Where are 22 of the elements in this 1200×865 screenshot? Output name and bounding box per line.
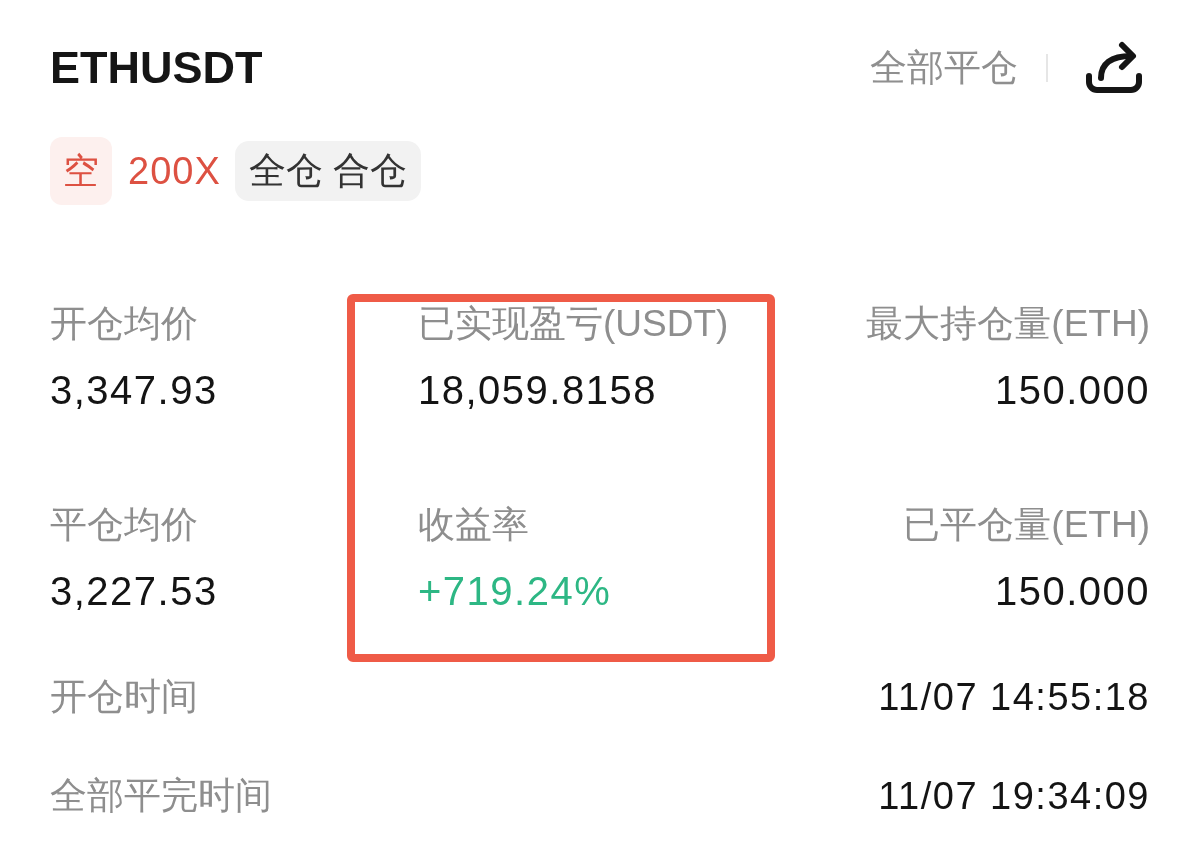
stat-value: 3,227.53	[50, 568, 219, 615]
stat-label: 已平仓量(ETH)	[903, 503, 1150, 547]
stat-value: 150.000	[994, 568, 1150, 615]
time-value: 11/07 14:55:18	[878, 675, 1150, 720]
stat-label: 最大持仓量(ETH)	[866, 302, 1150, 346]
stat-value: 150.000	[994, 367, 1150, 414]
stat-value: 18,059.8158	[418, 367, 658, 414]
time-value: 11/07 19:34:09	[878, 774, 1150, 819]
stat-label: 平仓均价	[50, 503, 199, 547]
stat-value: +719.24%	[418, 568, 613, 615]
leverage-text: 200X	[128, 149, 221, 194]
time-label: 开仓时间	[50, 675, 198, 719]
share-icon[interactable]	[1084, 40, 1144, 96]
stat-label: 开仓均价	[50, 302, 199, 346]
stat-value: 3,347.93	[50, 367, 219, 414]
time-label: 全部平完时间	[50, 774, 272, 818]
stat-label: 收益率	[418, 503, 530, 547]
side-tag: 空	[50, 137, 112, 205]
close-all-button[interactable]: 全部平仓	[870, 44, 1018, 92]
margin-mode-tag: 全仓 合仓	[234, 141, 422, 201]
symbol-title: ETHUSDT	[50, 41, 263, 95]
stat-label: 已实现盈亏(USDT)	[418, 302, 730, 346]
